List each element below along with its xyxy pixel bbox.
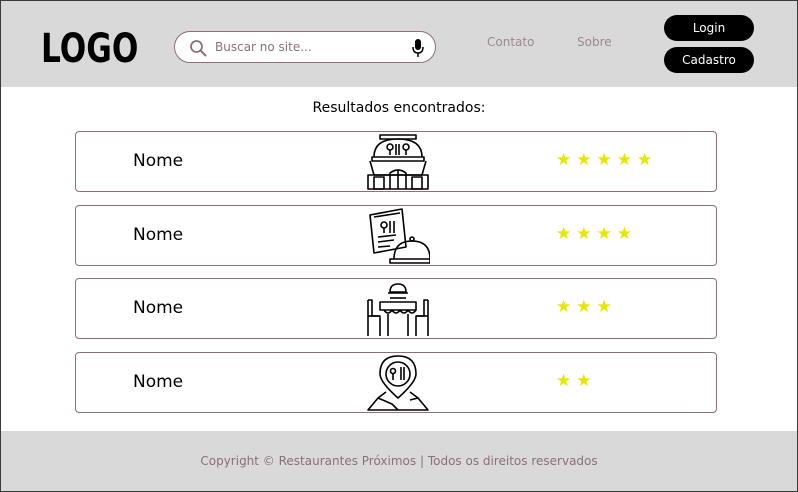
rating-stars: ★★★★ — [556, 224, 637, 244]
result-card[interactable]: Nome ★★★ — [75, 278, 717, 339]
result-card[interactable]: Nome ★★ — [75, 352, 717, 413]
result-name: Nome — [133, 298, 184, 318]
nav-contact-link[interactable]: Contato — [487, 35, 534, 49]
microphone-icon[interactable] — [411, 38, 425, 58]
rating-stars: ★★★★★ — [556, 150, 658, 170]
result-card[interactable]: Nome ★★★★ — [75, 205, 717, 266]
dining-table-icon — [367, 283, 429, 336]
result-name: Nome — [133, 225, 184, 245]
signup-button[interactable]: Cadastro — [664, 47, 754, 73]
search-icon[interactable] — [189, 39, 207, 57]
logo[interactable]: LOGO — [41, 27, 138, 71]
login-button[interactable]: Login — [664, 15, 754, 41]
restaurant-building-icon — [367, 134, 429, 190]
nav-about-link[interactable]: Sobre — [577, 35, 612, 49]
header: LOGO Contato Sobre Login Cadastro — [1, 1, 797, 87]
copyright-text: Copyright © Restaurantes Próximos | Todo… — [200, 454, 598, 468]
result-name: Nome — [133, 372, 184, 392]
restaurant-location-icon — [367, 355, 429, 411]
page: LOGO Contato Sobre Login Cadastro Result… — [0, 0, 798, 492]
rating-stars: ★★★ — [556, 297, 617, 317]
search-input[interactable] — [215, 37, 405, 57]
menu-cloche-icon — [369, 208, 430, 264]
result-card[interactable]: Nome ★★★★★ — [75, 131, 717, 192]
footer: Copyright © Restaurantes Próximos | Todo… — [1, 431, 797, 491]
result-name: Nome — [133, 151, 184, 171]
results-title: Resultados encontrados: — [312, 100, 486, 116]
rating-stars: ★★ — [556, 371, 597, 391]
search-bar[interactable] — [174, 31, 436, 63]
